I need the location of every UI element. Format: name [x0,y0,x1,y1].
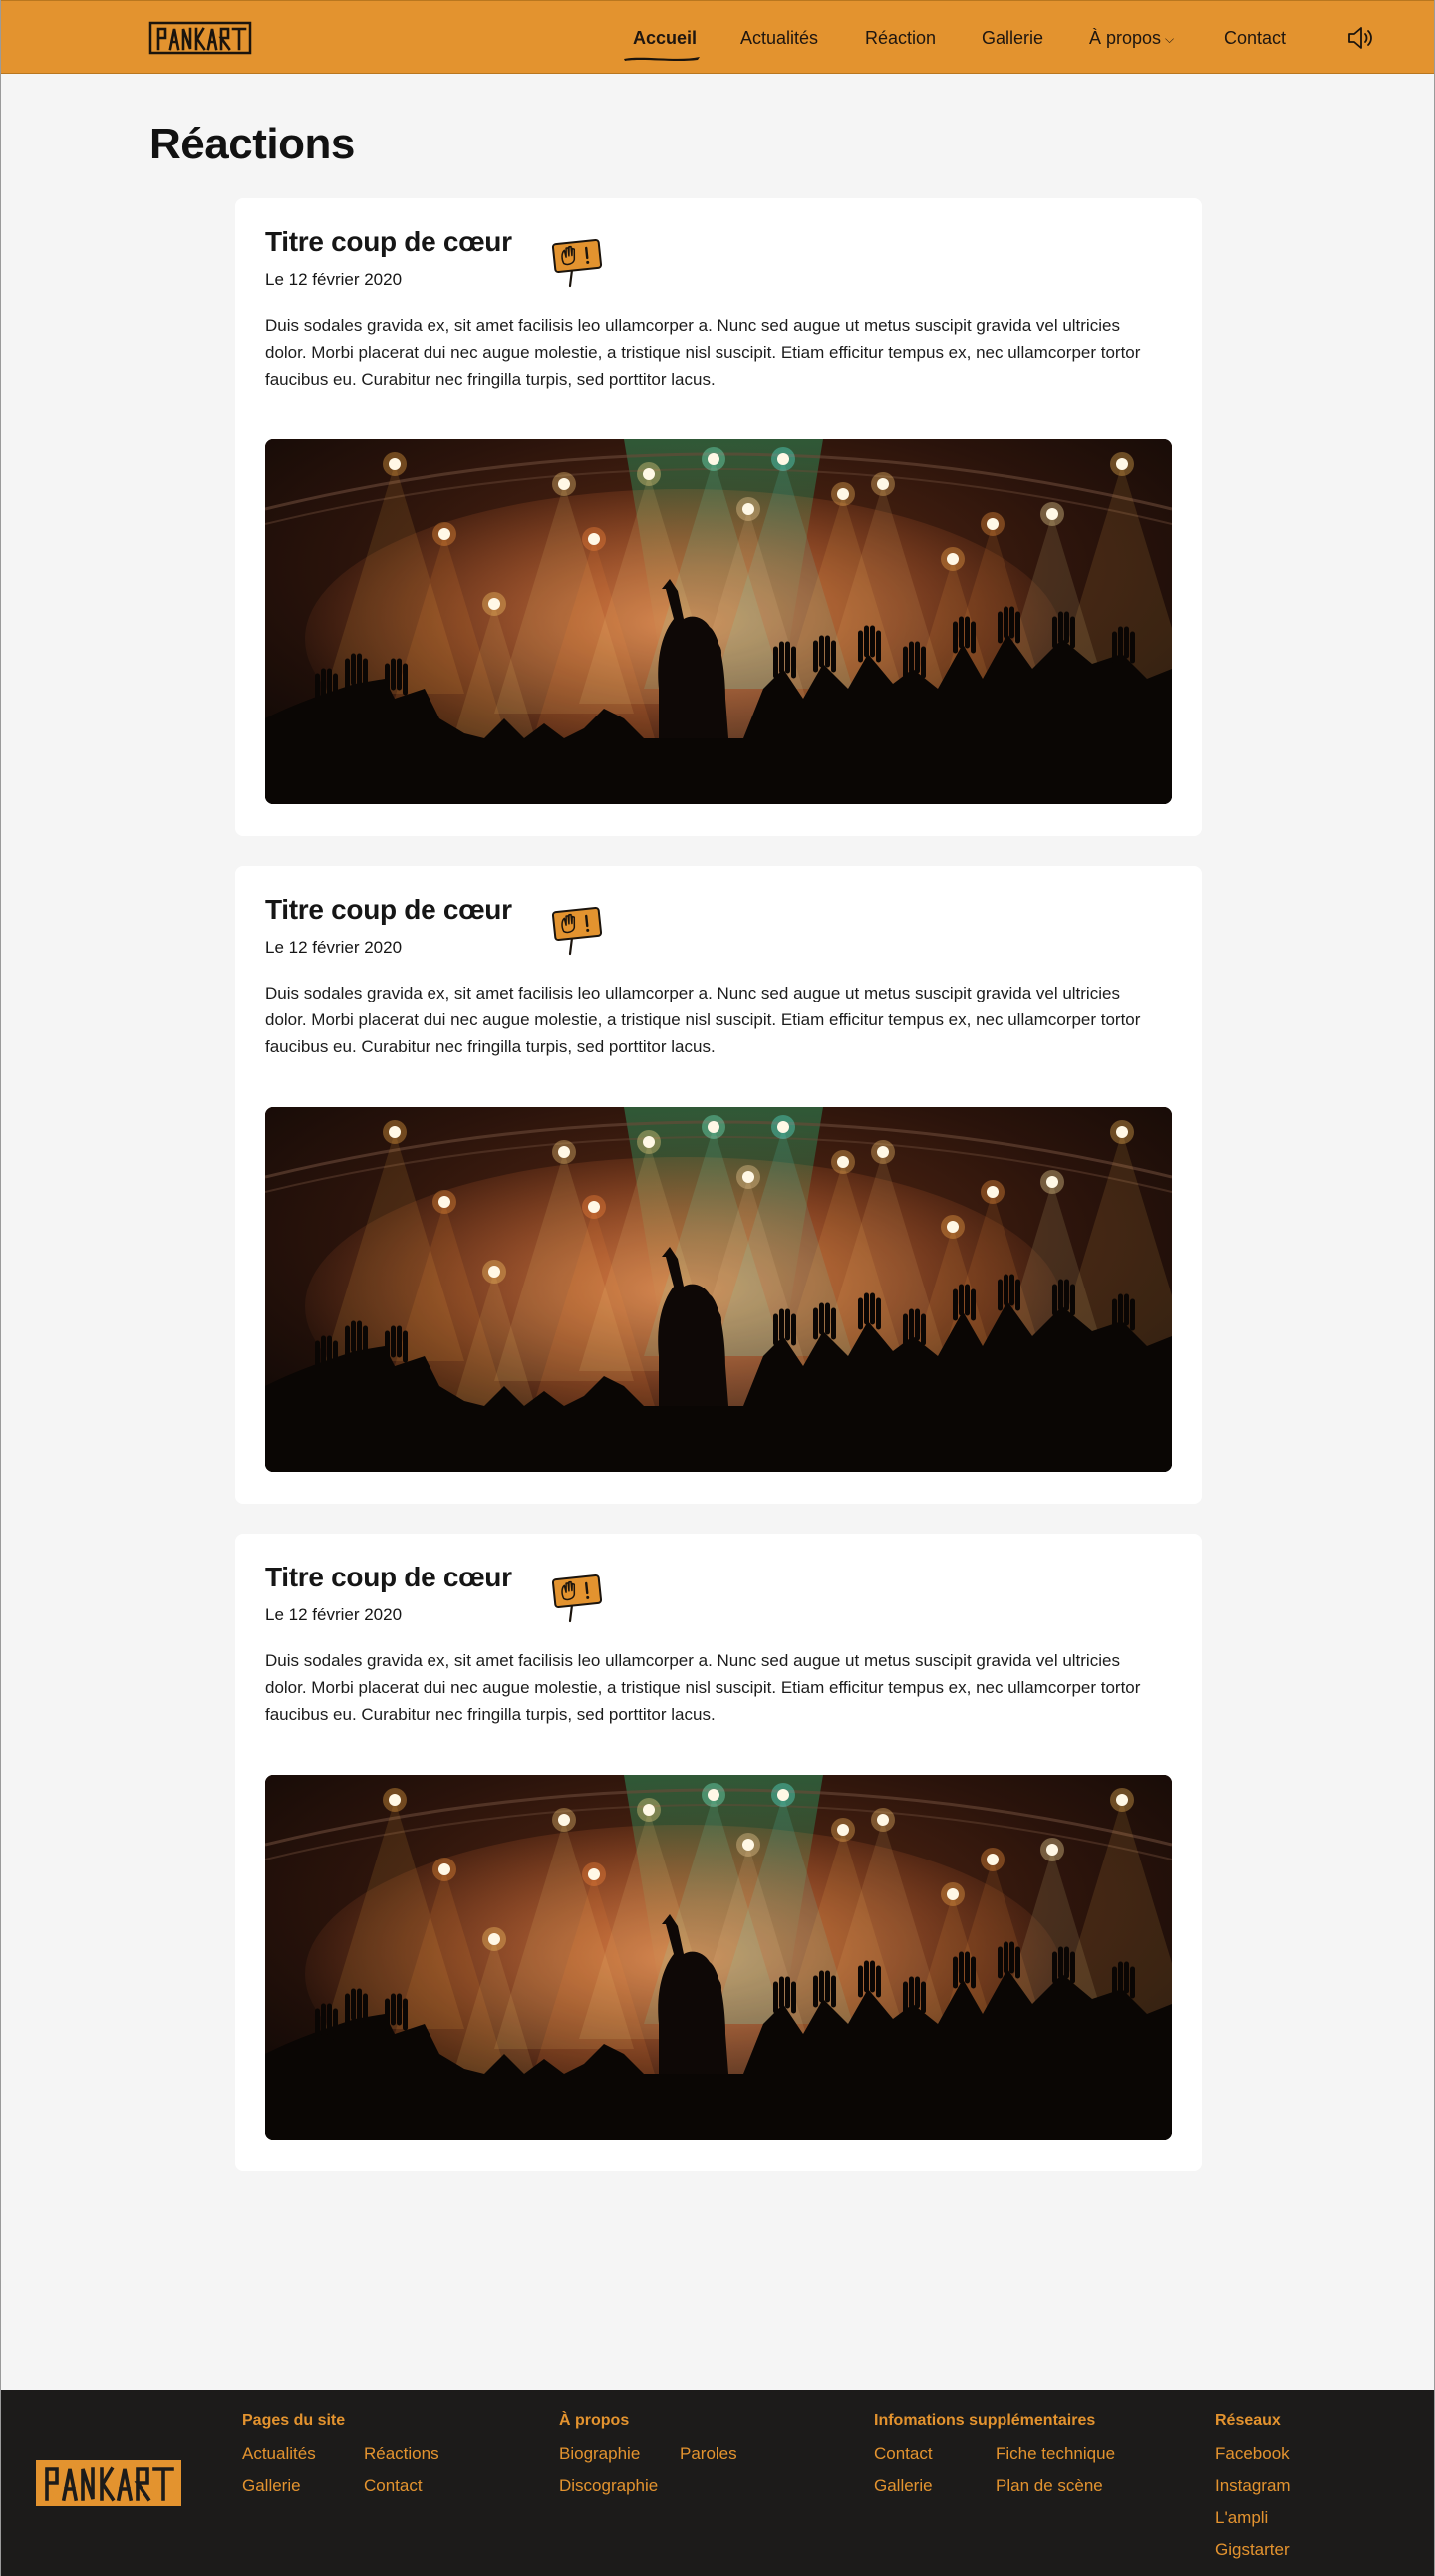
reaction-card: Titre coup de cœur Le 12 février 2020 Du… [235,866,1202,1504]
protest-sign-icon [549,900,605,956]
pankart-footer-logo[interactable] [35,2457,182,2509]
page-title: Réactions [149,120,355,168]
nav-actualites[interactable]: Actualités [740,27,818,49]
reaction-text: Duis sodales gravida ex, sit amet facili… [265,316,1141,389]
reaction-card: Titre coup de cœur Le 12 février 2020 Du… [235,1534,1202,2171]
chevron-down-icon: ⌵ [1165,32,1175,46]
site-footer: Pages du site Actualités Réactions Galle… [1,2390,1434,2576]
footer-link-gigstarter[interactable]: Gigstarter [1215,2540,1290,2560]
reaction-title: Titre coup de cœur [265,226,512,257]
footer-link-paroles[interactable]: Paroles [680,2444,737,2464]
reaction-card: Titre coup de cœur Le 12 février 2020 Du… [235,198,1202,836]
footer-link-reactions[interactable]: Réactions [364,2444,439,2464]
protest-sign-icon [549,232,605,288]
reaction-date: Le 12 février 2020 [265,938,403,957]
footer-link-facebook[interactable]: Facebook [1215,2444,1290,2464]
nav-reaction[interactable]: Réaction [865,27,936,49]
nav-a-propos-label: À propos [1089,28,1162,48]
nav-gallerie[interactable]: Gallerie [982,27,1043,49]
nav-contact[interactable]: Contact [1224,27,1286,49]
reaction-text: Duis sodales gravida ex, sit amet facili… [265,1651,1141,1724]
protest-sign-icon [549,1568,605,1623]
footer-social-title: Réseaux [1215,2412,1281,2429]
footer-about-title: À propos [559,2412,630,2429]
footer-link-gallerie[interactable]: Gallerie [242,2476,301,2496]
concert-photo [265,1775,1172,2140]
footer-link-info-gallerie[interactable]: Gallerie [874,2476,933,2496]
speaker-icon[interactable] [1346,25,1374,51]
reaction-title: Titre coup de cœur [265,894,512,925]
footer-info-title: Infomations supplémentaires [874,2412,1096,2429]
main-nav: Accueil Actualités Réaction Gallerie À p… [1,1,1434,75]
reaction-text: Duis sodales gravida ex, sit amet facili… [265,984,1141,1056]
concert-photo [265,439,1172,804]
active-underline-brush [624,57,700,61]
footer-link-actualites[interactable]: Actualités [242,2444,316,2464]
footer-link-discographie[interactable]: Discographie [559,2476,658,2496]
reaction-date: Le 12 février 2020 [265,1605,403,1624]
concert-photo [265,1107,1172,1472]
footer-link-instagram[interactable]: Instagram [1215,2476,1291,2496]
footer-link-lampli[interactable]: L'ampli [1215,2508,1268,2528]
footer-link-info-contact[interactable]: Contact [874,2444,933,2464]
reaction-date: Le 12 février 2020 [265,270,403,289]
nav-accueil[interactable]: Accueil [633,27,697,49]
top-navigation-bar: Accueil Actualités Réaction Gallerie À p… [1,0,1434,74]
nav-a-propos[interactable]: À propos ⌵ [1089,27,1174,51]
footer-pages-title: Pages du site [242,2412,346,2429]
reaction-title: Titre coup de cœur [265,1562,512,1592]
footer-link-fiche-technique[interactable]: Fiche technique [996,2444,1115,2464]
footer-link-contact[interactable]: Contact [364,2476,423,2496]
footer-link-plan-de-scene[interactable]: Plan de scène [996,2476,1103,2496]
footer-link-biographie[interactable]: Biographie [559,2444,640,2464]
